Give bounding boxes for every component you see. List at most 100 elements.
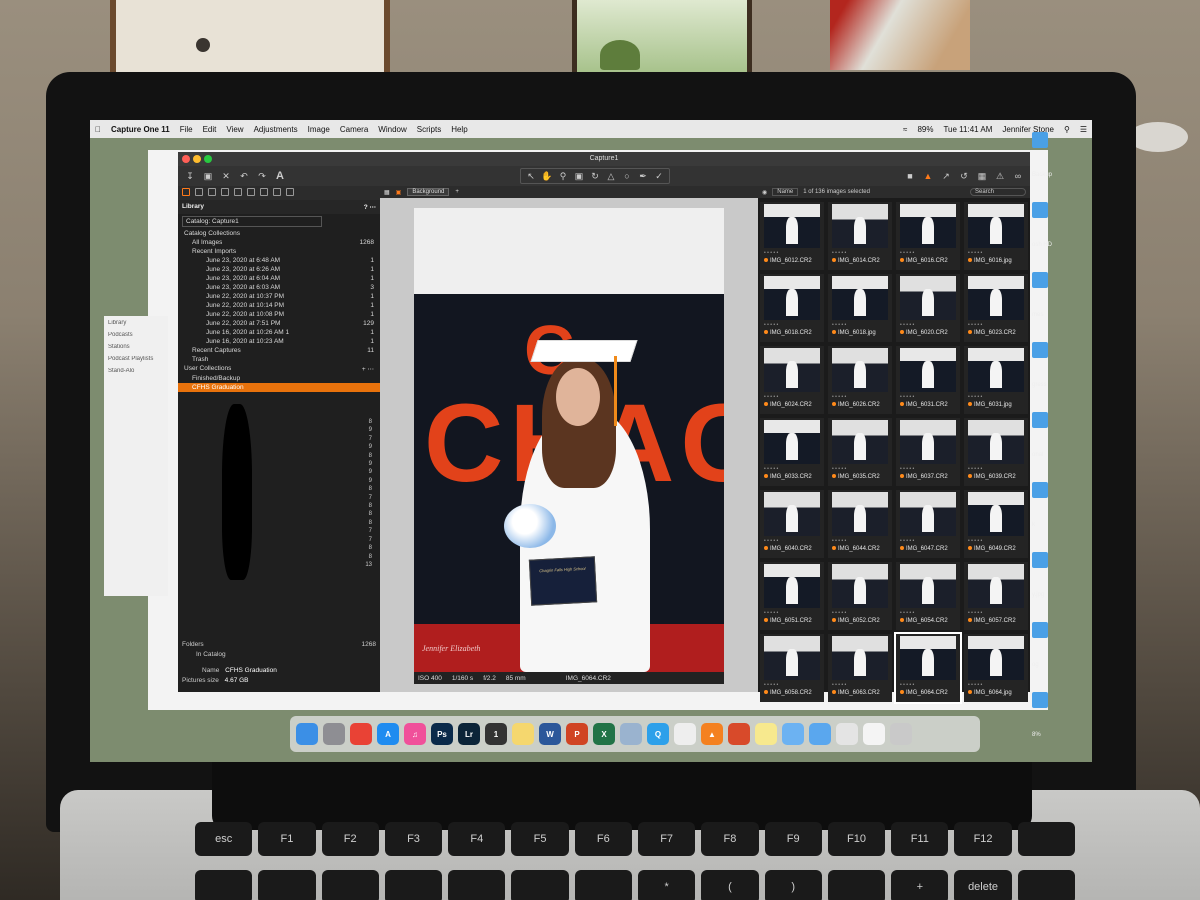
thumbnail[interactable]: • • • • • IMG_6051.CR2 xyxy=(760,562,824,630)
app-store-icon[interactable]: A xyxy=(377,723,399,745)
single-view-icon[interactable]: ▣ xyxy=(396,189,402,196)
browser-search-input[interactable]: Search xyxy=(970,188,1026,196)
rating-stars[interactable]: • • • • • xyxy=(968,466,982,472)
camera-icon[interactable]: ▣ xyxy=(202,170,214,182)
in-catalog-row[interactable]: In Catalog xyxy=(182,650,376,660)
excel-icon[interactable]: X xyxy=(593,723,615,745)
sort-dropdown[interactable]: Name xyxy=(772,188,799,196)
menubar-clock[interactable]: Tue 11:41 AM xyxy=(938,125,997,134)
thumbnail[interactable]: • • • • • IMG_6064.CR2 xyxy=(894,632,962,704)
rating-stars[interactable]: • • • • • xyxy=(900,682,914,688)
documents-icon[interactable] xyxy=(836,723,858,745)
thumbnail[interactable]: • • • • • IMG_6020.CR2 xyxy=(896,274,960,342)
rating-stars[interactable]: • • • • • xyxy=(832,394,846,400)
thumbnail[interactable]: • • • • • IMG_6039.CR2 xyxy=(964,418,1028,486)
wifi-icon[interactable]: ≈ xyxy=(898,125,912,134)
podcasts-item[interactable]: Stand-Alo xyxy=(108,368,164,374)
menu-edit[interactable]: Edit xyxy=(198,125,222,134)
vlc-icon[interactable]: ▲ xyxy=(701,723,723,745)
import-row[interactable]: June 23, 2020 at 6:48 AM 1 xyxy=(178,256,380,265)
metadata-tab-icon[interactable] xyxy=(273,188,281,196)
keystone-icon[interactable]: △ xyxy=(605,170,617,182)
thumbnail[interactable]: • • • • • IMG_6064.jpg xyxy=(964,634,1028,702)
menu-scripts[interactable]: Scripts xyxy=(412,125,446,134)
thumbnail[interactable]: • • • • • IMG_6044.CR2 xyxy=(828,490,892,558)
podcasts-item[interactable]: Stations xyxy=(108,344,164,350)
rating-stars[interactable]: • • • • • xyxy=(968,394,982,400)
notes-icon[interactable] xyxy=(512,723,534,745)
import-row[interactable]: June 23, 2020 at 6:26 AM 1 xyxy=(178,265,380,274)
cfhs-graduation-row[interactable]: CFHS Graduation xyxy=(178,383,380,392)
menu-view[interactable]: View xyxy=(221,125,248,134)
recent-imports-row[interactable]: Recent Imports xyxy=(178,247,380,256)
rating-stars[interactable]: • • • • • xyxy=(832,322,846,328)
add-style-icon[interactable]: + xyxy=(455,189,459,195)
folders-row[interactable]: Folders 1268 xyxy=(182,640,376,650)
word-icon[interactable]: W xyxy=(539,723,561,745)
apple-icon[interactable]:  xyxy=(90,125,106,134)
preview-icon[interactable] xyxy=(620,723,642,745)
thumbnail[interactable]: • • • • • IMG_6031.CR2 xyxy=(896,346,960,414)
catalog-select[interactable]: Catalog: Capture1 xyxy=(182,216,322,227)
zoom-icon[interactable]: ⚲ xyxy=(557,170,569,182)
style-dropdown[interactable]: Background xyxy=(407,188,450,196)
thumbnail[interactable]: • • • • • IMG_6040.CR2 xyxy=(760,490,824,558)
pan-icon[interactable]: ✋ xyxy=(541,170,553,182)
import-row[interactable]: June 16, 2020 at 10:23 AM 1 xyxy=(178,337,380,346)
menu-file[interactable]: File xyxy=(175,125,198,134)
reset-icon[interactable]: ↺ xyxy=(958,170,970,182)
rating-stars[interactable]: • • • • • xyxy=(900,466,914,472)
chrome-icon[interactable] xyxy=(350,723,372,745)
select-icon[interactable]: ↖ xyxy=(525,170,537,182)
rating-stars[interactable]: • • • • • xyxy=(764,610,778,616)
import-row[interactable]: June 23, 2020 at 6:03 AM 3 xyxy=(178,283,380,292)
podcasts-item[interactable]: Podcast Playlists xyxy=(108,356,164,362)
grid-icon[interactable]: ▦ xyxy=(976,170,988,182)
brush-icon[interactable]: ✒ xyxy=(637,170,649,182)
thumbnail[interactable]: • • • • • IMG_6047.CR2 xyxy=(896,490,960,558)
document-icon[interactable] xyxy=(863,723,885,745)
thumbnail[interactable]: • • • • • IMG_6014.CR2 xyxy=(828,202,892,270)
import-row[interactable]: June 23, 2020 at 6:04 AM 1 xyxy=(178,274,380,283)
rating-stars[interactable]: • • • • • xyxy=(764,682,778,688)
import-row[interactable]: June 22, 2020 at 7:51 PM 129 xyxy=(178,319,380,328)
redo-icon[interactable]: ↷ xyxy=(256,170,268,182)
menu-adjustments[interactable]: Adjustments xyxy=(249,125,303,134)
spot-icon[interactable]: ○ xyxy=(621,170,633,182)
output-tab-icon[interactable] xyxy=(286,188,294,196)
undo-icon[interactable]: ↶ xyxy=(238,170,250,182)
thumbnail[interactable]: • • • • • IMG_6052.CR2 xyxy=(828,562,892,630)
rating-stars[interactable]: • • • • • xyxy=(968,538,982,544)
rating-stars[interactable]: • • • • • xyxy=(764,466,778,472)
rating-stars[interactable]: • • • • • xyxy=(900,250,914,256)
adjustments-tab-icon[interactable] xyxy=(260,188,268,196)
downloads-icon[interactable] xyxy=(809,723,831,745)
menu-image[interactable]: Image xyxy=(303,125,335,134)
crop-icon[interactable]: ▣ xyxy=(573,170,585,182)
import-row[interactable]: June 22, 2020 at 10:14 PM 1 xyxy=(178,301,380,310)
rating-stars[interactable]: • • • • • xyxy=(900,538,914,544)
rating-stars[interactable]: • • • • • xyxy=(968,322,982,328)
thumbnail[interactable]: • • • • • IMG_6035.CR2 xyxy=(828,418,892,486)
thumbnail[interactable]: • • • • • IMG_6012.CR2 xyxy=(760,202,824,270)
thumbnail[interactable]: • • • • • IMG_6018.CR2 xyxy=(760,274,824,342)
podcasts-item[interactable]: Podcasts xyxy=(108,332,164,338)
powerpoint-icon[interactable]: P xyxy=(566,723,588,745)
rating-stars[interactable]: • • • • • xyxy=(900,610,914,616)
close-window-button[interactable] xyxy=(182,155,190,163)
rating-stars[interactable]: • • • • • xyxy=(900,394,914,400)
menu-window[interactable]: Window xyxy=(373,125,411,134)
trash-row[interactable]: Trash xyxy=(178,355,380,364)
grid-view-icon[interactable]: ▦ xyxy=(384,189,390,196)
rating-stars[interactable]: • • • • • xyxy=(764,250,778,256)
finished-backup-row[interactable]: Finished/Backup xyxy=(178,374,380,383)
picker-icon[interactable]: ✓ xyxy=(653,170,665,182)
trash-icon[interactable] xyxy=(890,723,912,745)
library-tab-icon[interactable] xyxy=(182,188,190,196)
itunes-icon[interactable]: ♫ xyxy=(404,723,426,745)
graduation-photo[interactable]: C CHAGRIN Chagrin Falls High School Jenn… xyxy=(414,208,724,672)
thumbnail[interactable]: • • • • • IMG_6016.CR2 xyxy=(896,202,960,270)
rating-stars[interactable]: • • • • • xyxy=(900,322,914,328)
rating-stars[interactable]: • • • • • xyxy=(832,610,846,616)
recent-captures-row[interactable]: Recent Captures 11 xyxy=(178,346,380,355)
